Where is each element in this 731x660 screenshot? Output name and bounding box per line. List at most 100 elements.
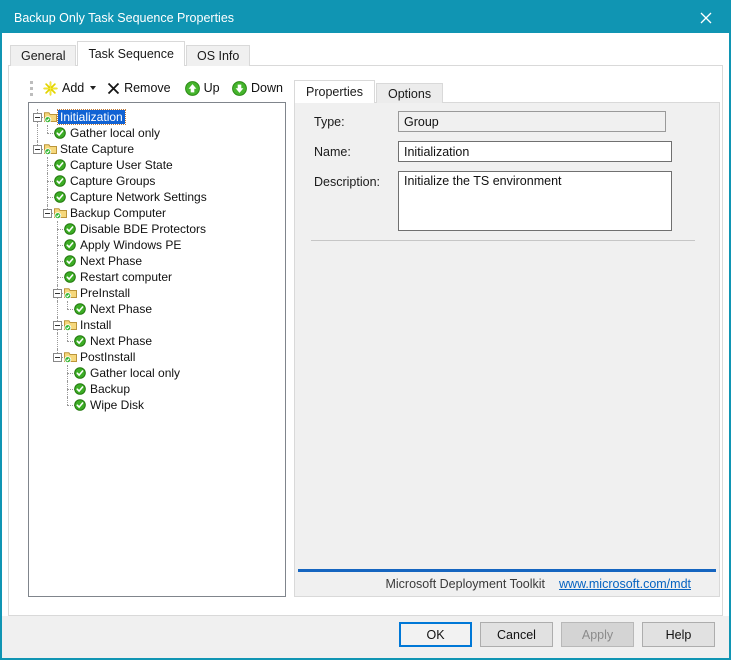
tree-step-disable-bde-protectors[interactable]: Disable BDE Protectors [31, 221, 283, 237]
up-label: Up [204, 81, 220, 95]
description-field[interactable]: Initialize the TS environment [398, 171, 672, 231]
mdt-link[interactable]: www.microsoft.com/mdt [559, 577, 691, 591]
panel-divider [311, 240, 695, 241]
tree-group-install[interactable]: Install [31, 317, 283, 333]
tab-task-sequence[interactable]: Task Sequence [77, 41, 184, 66]
properties-panel: Type: Name: Description: Initialize the … [294, 102, 720, 597]
description-label: Description: [314, 175, 380, 189]
tree-step-capture-groups[interactable]: Capture Groups [31, 173, 283, 189]
ok-button[interactable]: OK [399, 622, 472, 647]
title-bar: Backup Only Task Sequence Properties [2, 2, 729, 33]
step-check-icon [64, 223, 76, 235]
tree-item-label[interactable]: Disable BDE Protectors [78, 222, 208, 236]
task-sequence-tree[interactable]: Initialization Gather local only State Cap… [28, 102, 286, 597]
tree-item-label[interactable]: Apply Windows PE [78, 238, 183, 252]
type-field [398, 111, 666, 132]
step-check-icon [74, 303, 86, 315]
tree-step-apply-windows-pe[interactable]: Apply Windows PE [31, 237, 283, 253]
tree-item-label[interactable]: Capture Groups [68, 174, 157, 188]
tree-item-label[interactable]: PostInstall [78, 350, 137, 364]
expand-collapse-box[interactable] [43, 209, 52, 218]
up-button[interactable]: Up [182, 79, 223, 98]
tab-os-info[interactable]: OS Info [186, 45, 250, 66]
add-dropdown-icon [90, 86, 96, 90]
help-button[interactable]: Help [642, 622, 715, 647]
tree-item-label[interactable]: State Capture [58, 142, 136, 156]
tree-step-capture-user-state[interactable]: Capture User State [31, 157, 283, 173]
task-sequence-properties-dialog: Backup Only Task Sequence Properties Gen… [0, 0, 731, 660]
tree-step-backup[interactable]: Backup [31, 381, 283, 397]
panel-tab-options[interactable]: Options [376, 83, 443, 103]
tree-item-label[interactable]: Next Phase [88, 302, 154, 316]
group-folder-icon [54, 207, 67, 219]
panel-tab-strip: PropertiesOptions [294, 80, 444, 103]
tree-group-state-capture[interactable]: State Capture [31, 141, 283, 157]
tree-step-next-phase[interactable]: Next Phase [31, 333, 283, 349]
tree-item-label[interactable]: Capture User State [68, 158, 175, 172]
tree-item-label[interactable]: Install [78, 318, 113, 332]
tree-group-backup-computer[interactable]: Backup Computer [31, 205, 283, 221]
tree-group-initialization[interactable]: Initialization [31, 109, 283, 125]
add-label: Add [62, 81, 84, 95]
panel-tab-properties[interactable]: Properties [294, 80, 375, 103]
tree-item-label[interactable]: Capture Network Settings [68, 190, 209, 204]
step-check-icon [74, 367, 86, 379]
tree-step-gather-local-only[interactable]: Gather local only [31, 125, 283, 141]
name-label: Name: [314, 145, 351, 159]
step-check-icon [64, 239, 76, 251]
cancel-button[interactable]: Cancel [480, 622, 553, 647]
tree-step-next-phase[interactable]: Next Phase [31, 253, 283, 269]
expand-collapse-box[interactable] [53, 321, 62, 330]
tree-item-label[interactable]: Wipe Disk [88, 398, 146, 412]
add-starburst-icon [43, 81, 58, 96]
tree-step-gather-local-only[interactable]: Gather local only [31, 365, 283, 381]
tree-item-label[interactable]: Gather local only [88, 366, 182, 380]
dialog-button-row: OK Cancel Apply Help [399, 622, 715, 647]
tree-step-next-phase[interactable]: Next Phase [31, 301, 283, 317]
tab-general[interactable]: General [10, 45, 76, 66]
mdt-footer-text: Microsoft Deployment Toolkit [385, 577, 545, 591]
tree-step-restart-computer[interactable]: Restart computer [31, 269, 283, 285]
up-arrow-icon [185, 81, 200, 96]
step-check-icon [74, 335, 86, 347]
name-field[interactable] [398, 141, 672, 162]
close-icon [700, 12, 712, 24]
main-tab-strip: GeneralTask SequenceOS Info [10, 42, 251, 66]
type-label: Type: [314, 115, 345, 129]
step-check-icon [54, 175, 66, 187]
tree-item-label[interactable]: Initialization [58, 110, 125, 124]
down-button[interactable]: Down [229, 79, 286, 98]
tree-item-label[interactable]: Backup [88, 382, 132, 396]
expand-collapse-box[interactable] [53, 289, 62, 298]
close-button[interactable] [689, 2, 723, 33]
remove-button[interactable]: Remove [104, 79, 174, 97]
tree-item-label[interactable]: Backup Computer [68, 206, 168, 220]
expand-collapse-box[interactable] [33, 145, 42, 154]
toolbar-grip[interactable] [30, 81, 33, 96]
step-check-icon [74, 399, 86, 411]
expand-collapse-box[interactable] [53, 353, 62, 362]
tree-toolbar: Add Remove Up Down [28, 76, 286, 100]
tree-group-postinstall[interactable]: PostInstall [31, 349, 283, 365]
expand-collapse-box[interactable] [33, 113, 42, 122]
footer-separator [298, 569, 716, 572]
tree-item-label[interactable]: Gather local only [68, 126, 162, 140]
tree-group-preinstall[interactable]: PreInstall [31, 285, 283, 301]
group-folder-icon [44, 111, 57, 123]
group-folder-icon [64, 287, 77, 299]
step-check-icon [54, 159, 66, 171]
tree-step-capture-network-settings[interactable]: Capture Network Settings [31, 189, 283, 205]
tree-step-wipe-disk[interactable]: Wipe Disk [31, 397, 283, 413]
apply-button: Apply [561, 622, 634, 647]
remove-x-icon [107, 82, 120, 95]
group-folder-icon [64, 351, 77, 363]
step-check-icon [54, 191, 66, 203]
down-arrow-icon [232, 81, 247, 96]
tree-rows: Initialization Gather local only State Cap… [31, 109, 283, 413]
panel-footer: Microsoft Deployment Toolkit www.microso… [295, 577, 719, 591]
tree-item-label[interactable]: PreInstall [78, 286, 132, 300]
tree-item-label[interactable]: Next Phase [88, 334, 154, 348]
tree-item-label[interactable]: Restart computer [78, 270, 174, 284]
tree-item-label[interactable]: Next Phase [78, 254, 144, 268]
add-button[interactable]: Add [40, 79, 99, 98]
